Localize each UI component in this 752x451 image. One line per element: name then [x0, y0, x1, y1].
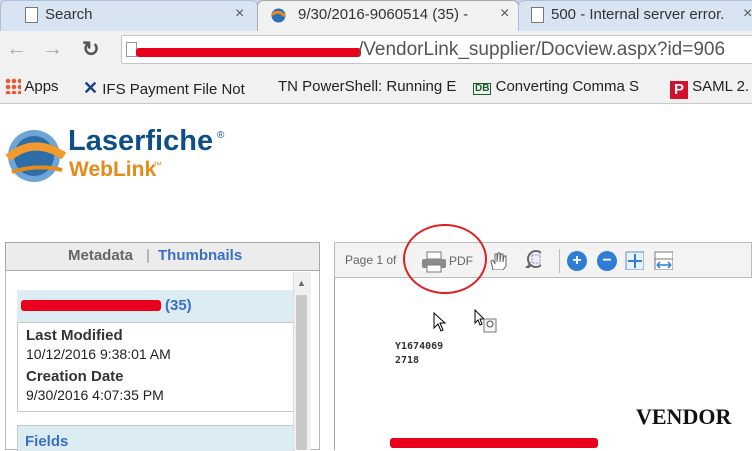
- pointer-with-document-icon: [474, 309, 497, 333]
- zoom-out-icon[interactable]: −: [597, 251, 617, 271]
- zoom-region-icon[interactable]: [521, 248, 541, 268]
- fields-header[interactable]: Fields: [17, 425, 295, 451]
- scroll-up-arrow-icon[interactable]: ▲: [297, 278, 306, 288]
- x-logo-icon: ✕: [83, 78, 99, 98]
- bookmark-converting[interactable]: DB Converting Comma S: [473, 78, 639, 95]
- forward-arrow-icon[interactable]: →: [42, 37, 63, 61]
- last-modified-value: 10/12/2016 9:38:01 AM: [26, 346, 171, 362]
- document-title-header: (35): [17, 290, 293, 323]
- fit-page-icon[interactable]: [624, 250, 644, 270]
- db-icon: DB: [473, 83, 492, 95]
- tab-thumbnails[interactable]: Thumbnails: [158, 247, 242, 264]
- fit-width-icon[interactable]: [653, 250, 673, 270]
- laserfiche-favicon-icon: [270, 8, 287, 23]
- browser-toolbar: ← → ↻ /VendorLink_supplier/Docview.aspx?…: [0, 31, 752, 70]
- tab-separator: |: [146, 247, 150, 264]
- page-icon: [531, 7, 544, 23]
- toolbar-divider: [559, 249, 560, 273]
- scrollbar-thumb[interactable]: [296, 295, 307, 450]
- logo-laserfiche: Laserfiche: [68, 125, 214, 157]
- bookmark-apps[interactable]: Apps: [5, 78, 59, 95]
- creation-date-label: Creation Date: [26, 368, 124, 385]
- bookmark-label: SAML 2.: [692, 78, 750, 95]
- bookmark-saml[interactable]: P SAML 2.: [670, 78, 749, 99]
- viewer-toolbar: Page 1 of PDF + −: [334, 242, 752, 278]
- mouse-pointer-icon: [433, 312, 447, 332]
- bookmark-label: Apps: [24, 78, 59, 95]
- creation-date-value: 9/30/2016 4:07:35 PM: [26, 387, 164, 403]
- close-tab-icon[interactable]: ×: [500, 5, 509, 23]
- p-logo-icon: P: [670, 81, 688, 99]
- tab-error[interactable]: 500 - Internal server error. ×: [518, 0, 752, 31]
- doc-vendor-heading: VENDOR: [636, 404, 732, 429]
- registered-mark: ®: [217, 130, 225, 141]
- logo-weblink: WebLink: [69, 158, 157, 181]
- trademark: ™: [153, 160, 162, 170]
- reload-icon[interactable]: ↻: [82, 37, 100, 62]
- tab-search[interactable]: Search ×: [0, 0, 258, 31]
- bookmark-ifs[interactable]: ✕ IFS Payment File Not: [83, 78, 245, 99]
- left-panel-tabs: Metadata | Thumbnails: [5, 242, 320, 271]
- close-tab-icon[interactable]: ×: [743, 5, 752, 23]
- apps-grid-icon: [5, 78, 21, 94]
- annotation-circle: [403, 224, 487, 294]
- back-arrow-icon[interactable]: ←: [6, 37, 27, 61]
- bookmarks-bar: Apps ✕ IFS Payment File Not TN PowerShel…: [0, 70, 752, 104]
- tab-metadata[interactable]: Metadata: [68, 247, 133, 264]
- address-bar[interactable]: /VendorLink_supplier/Docview.aspx?id=906: [121, 35, 752, 64]
- tab-title: 9/30/2016-9060514 (35) -: [298, 6, 469, 23]
- page-indicator: Page 1 of: [345, 253, 397, 267]
- close-tab-icon[interactable]: ×: [235, 5, 244, 23]
- bookmark-label: IFS Payment File Not: [102, 81, 245, 98]
- tab-document[interactable]: 9/30/2016-9060514 (35) - ×: [257, 0, 519, 31]
- page-icon: [25, 7, 38, 23]
- bookmark-powershell[interactable]: TN PowerShell: Running E: [278, 78, 456, 95]
- laserfiche-logo-icon: [5, 130, 67, 182]
- doc-code-line2: 2718: [395, 355, 420, 366]
- tab-title: 500 - Internal server error.: [551, 6, 725, 23]
- tab-title: Search: [45, 6, 93, 23]
- tab-strip: Search × 9/30/2016-9060514 (35) - × 500 …: [0, 0, 752, 31]
- redaction-mark: [390, 438, 598, 448]
- fields-label: Fields: [25, 433, 69, 450]
- document-title[interactable]: (35): [165, 297, 192, 314]
- zoom-in-icon[interactable]: +: [567, 251, 587, 271]
- bookmark-label: Converting Comma S: [495, 78, 640, 95]
- doc-code-line1: Y1674069: [395, 341, 444, 352]
- bookmark-label: TN PowerShell: Running E: [278, 78, 457, 95]
- pan-hand-icon[interactable]: [487, 250, 507, 270]
- last-modified-label: Last Modified: [26, 327, 123, 344]
- redaction-mark: [136, 48, 361, 57]
- redaction-mark: [21, 300, 161, 311]
- url-text: /VendorLink_supplier/Docview.aspx?id=906: [358, 39, 726, 60]
